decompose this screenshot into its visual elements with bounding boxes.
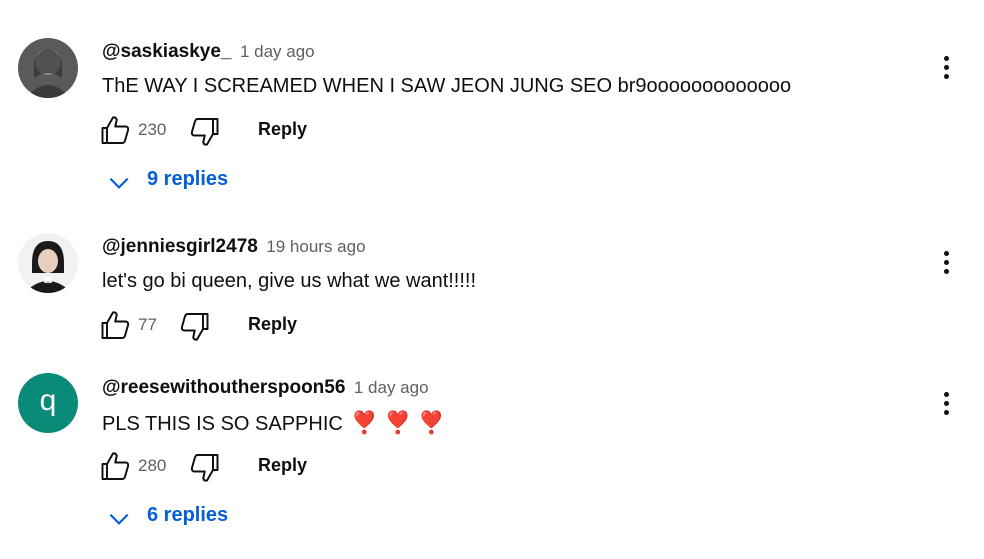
timestamp[interactable]: 19 hours ago — [266, 237, 365, 256]
reply-button[interactable]: Reply — [248, 314, 297, 335]
replies-count: 9 replies — [147, 168, 229, 190]
dot — [944, 410, 949, 415]
like-count: 230 — [138, 120, 167, 139]
dot — [944, 56, 949, 61]
dot — [944, 65, 949, 70]
view-replies-button[interactable]: 9 replies — [104, 164, 244, 200]
like-button[interactable] — [98, 113, 134, 149]
dot — [944, 74, 949, 79]
comment: q @reesewithoutherspoon56 1 day ago PLS … — [0, 350, 984, 559]
thumbs-up-icon — [101, 452, 130, 480]
dislike-button[interactable] — [186, 449, 222, 485]
thumbs-down-icon — [190, 454, 219, 482]
comment-text-body: PLS THIS IS SO SAPPHIC — [102, 413, 343, 435]
comment-header: @saskiaskye_ 1 day ago — [102, 41, 315, 63]
like-count: 77 — [138, 315, 157, 334]
dislike-button[interactable] — [176, 308, 212, 344]
dot — [944, 260, 949, 265]
thumbs-up-icon — [101, 116, 130, 144]
more-actions-button[interactable] — [934, 249, 958, 279]
author-name[interactable]: @saskiaskye_ — [102, 41, 231, 62]
reply-button[interactable]: Reply — [258, 455, 307, 476]
avatar[interactable] — [18, 233, 78, 293]
avatar[interactable] — [18, 38, 78, 98]
dislike-button[interactable] — [186, 113, 222, 149]
dot — [944, 269, 949, 274]
view-replies-button[interactable]: 6 replies — [104, 500, 244, 536]
more-actions-button[interactable] — [934, 54, 958, 84]
avatar[interactable]: q — [18, 373, 78, 433]
comment-header: @jenniesgirl2478 19 hours ago — [102, 236, 366, 258]
dot — [944, 251, 949, 256]
thumbs-down-icon — [190, 118, 219, 146]
chevron-down-icon — [109, 177, 129, 189]
comment-text: ThE WAY I SCREAMED WHEN I SAW JEON JUNG … — [102, 75, 792, 97]
like-button[interactable] — [98, 308, 134, 344]
more-actions-button[interactable] — [934, 390, 958, 420]
comment: @saskiaskye_ 1 day ago ThE WAY I SCREAME… — [0, 0, 984, 210]
thumbs-up-icon — [101, 311, 130, 339]
like-button[interactable] — [98, 449, 134, 485]
timestamp[interactable]: 1 day ago — [354, 378, 429, 397]
reply-button[interactable]: Reply — [258, 119, 307, 140]
comment-header: @reesewithoutherspoon56 1 day ago — [102, 377, 429, 399]
author-name[interactable]: @reesewithoutherspoon56 — [102, 377, 345, 398]
dot — [944, 392, 949, 397]
comment-text: PLS THIS IS SO SAPPHIC ❣️ ❣️ ❣️ — [102, 410, 445, 436]
comment-text: let's go bi queen, give us what we want!… — [102, 270, 477, 292]
timestamp[interactable]: 1 day ago — [240, 42, 315, 61]
thumbs-down-icon — [180, 313, 209, 341]
chevron-down-icon — [109, 513, 129, 525]
avatar-letter: q — [39, 384, 57, 417]
author-name[interactable]: @jenniesgirl2478 — [102, 236, 258, 257]
dot — [944, 401, 949, 406]
heart-exclamation-emoji: ❣️ ❣️ ❣️ — [350, 410, 446, 435]
comment: @jenniesgirl2478 19 hours ago let's go b… — [0, 210, 984, 350]
like-count: 280 — [138, 456, 167, 475]
replies-count: 6 replies — [147, 504, 229, 526]
